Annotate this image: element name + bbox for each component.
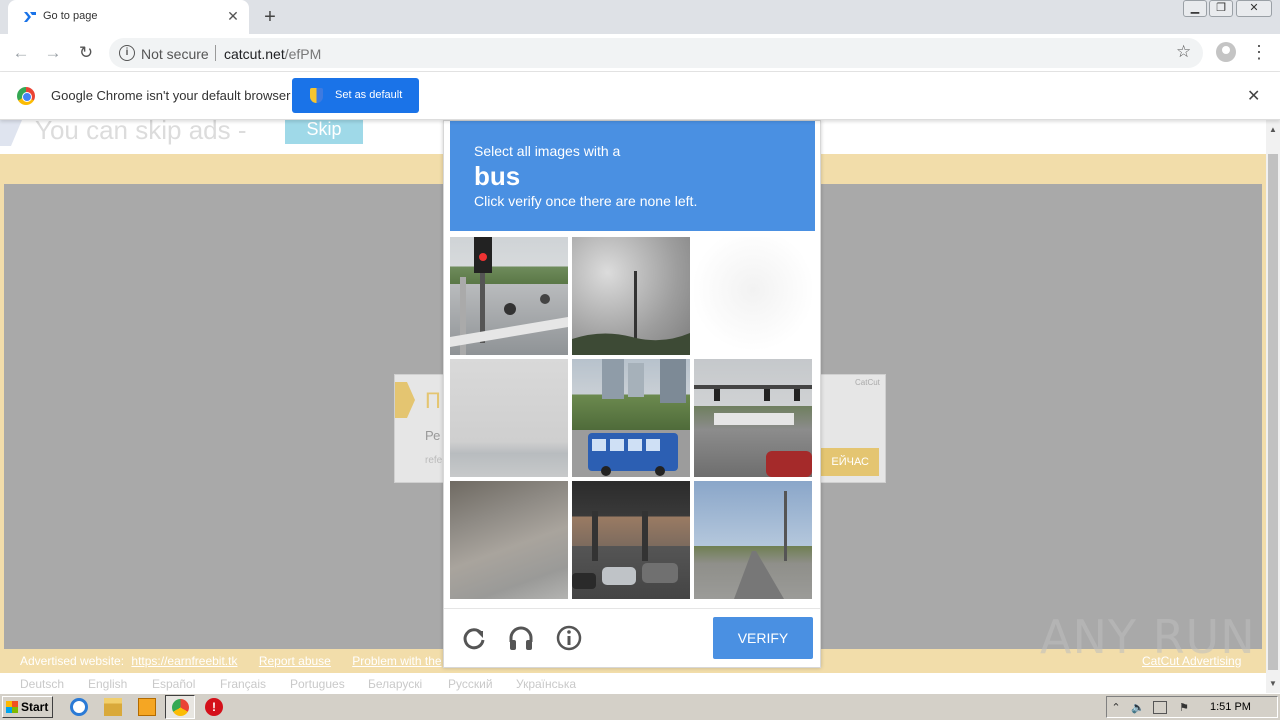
tile-road-trees[interactable] bbox=[694, 481, 812, 599]
back-button[interactable]: ← bbox=[10, 42, 32, 64]
page-footer: Advertised website: https://earnfreebit.… bbox=[20, 654, 442, 668]
lang-link[interactable]: Русский bbox=[448, 677, 493, 691]
lang-link[interactable]: Français bbox=[220, 677, 266, 691]
windows-taskbar: Start ! ⌃ 🔈 ⚑ 1:51 PM bbox=[0, 693, 1280, 720]
reload-button[interactable]: ↻ bbox=[75, 42, 97, 64]
scroll-down-icon[interactable]: ▼ bbox=[1266, 678, 1280, 690]
new-tab-button[interactable]: + bbox=[258, 5, 282, 29]
site-info-icon[interactable]: i bbox=[119, 45, 135, 61]
captcha-footer: VERIFY bbox=[444, 608, 820, 668]
captcha-header: Select all images with a bus Click verif… bbox=[450, 121, 815, 231]
profile-avatar-icon[interactable] bbox=[1216, 42, 1236, 62]
url-text[interactable]: catcut.net/efPM bbox=[224, 46, 321, 62]
set-as-default-button[interactable]: Set as default bbox=[292, 78, 419, 113]
traffic-light-scene-icon bbox=[450, 237, 568, 355]
taskbar-chrome-button[interactable] bbox=[165, 695, 195, 719]
skip-ads-text: You can skip ads - bbox=[35, 120, 247, 145]
volume-icon[interactable]: 🔈 bbox=[1131, 701, 1145, 714]
uac-shield-icon bbox=[310, 88, 323, 103]
minimize-button[interactable]: ▁ bbox=[1183, 0, 1207, 17]
ad-subtext: refe bbox=[425, 455, 443, 466]
opera-icon[interactable]: ! bbox=[205, 698, 223, 716]
url-separator bbox=[215, 45, 216, 61]
restore-button[interactable]: ❐ bbox=[1209, 0, 1233, 17]
tile-overpass-parking[interactable] bbox=[572, 481, 690, 599]
advertised-label: Advertised website: bbox=[20, 654, 125, 668]
tray-expand-icon[interactable]: ⌃ bbox=[1109, 701, 1123, 714]
tile-concrete-wall[interactable] bbox=[450, 481, 568, 599]
network-icon[interactable] bbox=[1153, 701, 1167, 714]
chrome-taskbar-icon bbox=[172, 699, 189, 716]
help-info-icon[interactable] bbox=[554, 623, 584, 653]
captcha-target-word: bus bbox=[474, 161, 521, 191]
internet-explorer-icon[interactable] bbox=[70, 698, 88, 716]
chrome-menu-icon[interactable]: ⋮ bbox=[1250, 42, 1268, 62]
verify-button[interactable]: VERIFY bbox=[713, 617, 813, 659]
close-window-button[interactable]: ✕ bbox=[1236, 0, 1272, 17]
captcha-instruction: Select all images with a bbox=[474, 143, 621, 159]
action-center-flag-icon[interactable]: ⚑ bbox=[1177, 701, 1191, 714]
tile-blue-trolley-bus[interactable] bbox=[572, 359, 690, 477]
highway-scene-icon bbox=[694, 385, 812, 477]
parking-scene-icon bbox=[572, 511, 678, 589]
scroll-up-icon[interactable]: ▲ bbox=[1266, 124, 1280, 136]
security-label: Not secure bbox=[141, 46, 209, 62]
catcut-favicon-icon bbox=[24, 12, 36, 22]
tab-strip: Go to page ✕ + ▁ ❐ ✕ bbox=[0, 0, 1280, 34]
chrome-logo-icon bbox=[17, 87, 35, 105]
tile-blank-fading[interactable] bbox=[694, 237, 812, 355]
lang-link[interactable]: Українська bbox=[516, 677, 576, 691]
captcha-challenge: Select all images with a bus Click verif… bbox=[443, 120, 821, 668]
media-player-icon[interactable] bbox=[138, 698, 156, 716]
anyrun-watermark: ANY RUN bbox=[1040, 610, 1256, 664]
tile-highway-intersection[interactable] bbox=[694, 359, 812, 477]
reload-challenge-icon[interactable] bbox=[459, 623, 489, 653]
taskbar-clock[interactable]: 1:51 PM bbox=[1210, 701, 1251, 713]
ad-title: П bbox=[425, 388, 441, 413]
lang-link[interactable]: Беларускі bbox=[368, 677, 422, 691]
trolley-bus-scene-icon bbox=[588, 359, 686, 476]
audio-challenge-headphones-icon[interactable] bbox=[506, 623, 536, 653]
default-browser-infobar: Google Chrome isn't your default browser… bbox=[0, 72, 1280, 120]
start-button[interactable]: Start bbox=[2, 696, 53, 718]
ad-text: Ре bbox=[425, 428, 441, 443]
bookmark-star-icon[interactable]: ☆ bbox=[1176, 42, 1191, 62]
tile-foggy-road[interactable] bbox=[450, 359, 568, 477]
ad-brand: CatCut bbox=[855, 378, 880, 387]
infobar-message: Google Chrome isn't your default browser bbox=[51, 88, 291, 103]
ad-chevron-icon bbox=[395, 382, 415, 418]
scroll-thumb[interactable] bbox=[1268, 154, 1278, 670]
windows-logo-icon bbox=[6, 701, 18, 713]
browser-toolbar: ← → ↻ i Not secure catcut.net/efPM ☆ bbox=[0, 34, 1280, 72]
report-abuse-link[interactable]: Report abuse bbox=[259, 654, 331, 668]
tab-title: Go to page bbox=[43, 10, 98, 22]
tab-close-icon[interactable]: ✕ bbox=[224, 7, 242, 25]
tower-scene-icon bbox=[572, 271, 690, 355]
tile-cloudy-sky-tower[interactable] bbox=[572, 237, 690, 355]
system-tray: ⌃ 🔈 ⚑ 1:51 PM bbox=[1106, 696, 1278, 718]
page-arrow-decoration bbox=[0, 120, 22, 146]
road-scene-icon bbox=[734, 491, 787, 599]
infobar-close-icon[interactable]: ✕ bbox=[1247, 86, 1260, 106]
address-bar[interactable]: i Not secure catcut.net/efPM ☆ bbox=[109, 38, 1203, 68]
tab-go-to-page[interactable]: Go to page ✕ bbox=[8, 0, 249, 34]
captcha-subinstruction: Click verify once there are none left. bbox=[474, 193, 698, 209]
lang-link[interactable]: Español bbox=[152, 677, 195, 691]
advertised-website-link[interactable]: https://earnfreebit.tk bbox=[131, 654, 237, 668]
lang-link[interactable]: Portugues bbox=[290, 677, 345, 691]
file-explorer-icon[interactable] bbox=[104, 698, 122, 716]
start-label: Start bbox=[21, 700, 49, 714]
problem-link[interactable]: Problem with the bbox=[352, 654, 441, 668]
set-as-default-label: Set as default bbox=[335, 89, 403, 101]
url-host: catcut.net bbox=[224, 46, 285, 62]
lang-link[interactable]: Deutsch bbox=[20, 677, 64, 691]
skip-button[interactable]: Skip bbox=[285, 120, 363, 144]
lang-link[interactable]: English bbox=[88, 677, 127, 691]
forward-button[interactable]: → bbox=[42, 42, 64, 64]
tile-traffic-light-street[interactable] bbox=[450, 237, 568, 355]
url-path: /efPM bbox=[284, 46, 322, 62]
language-bar: Deutsch English Español Français Portugu… bbox=[0, 673, 1266, 693]
ad-cta-button[interactable]: ЕЙЧАС bbox=[815, 448, 879, 476]
